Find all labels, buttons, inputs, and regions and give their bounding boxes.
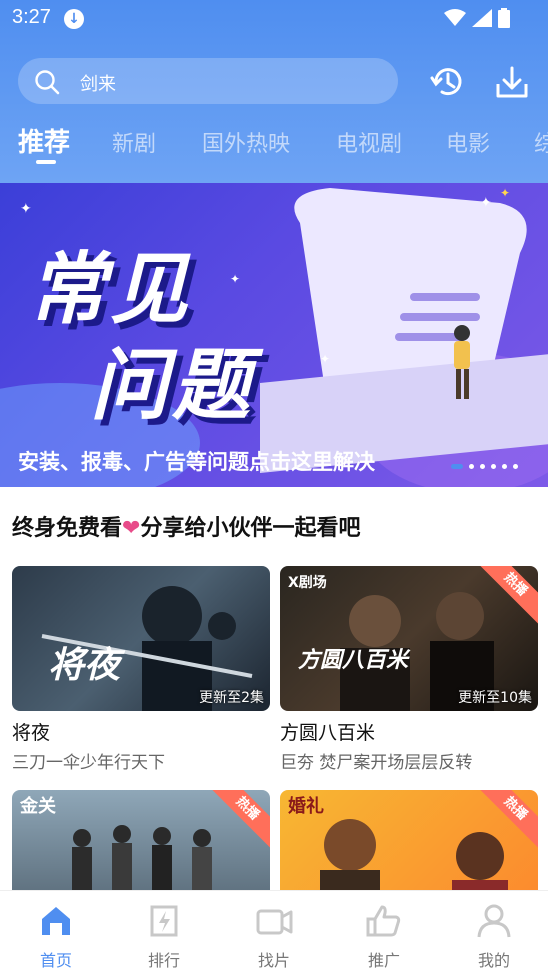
poster-title-art: 婚礼 — [288, 796, 324, 817]
channel-logo: X剧场 — [288, 575, 327, 591]
tab-recommend[interactable]: 推荐 — [18, 122, 70, 159]
section-title: 终身免费看❤分享给小伙伴一起看吧 — [12, 510, 360, 542]
video-subtitle: 巨夯 焚尸案开场层层反转 — [280, 753, 473, 773]
video-thumbnail[interactable]: 婚礼 热播 — [280, 790, 538, 900]
header: 3:27 ↓ 剑来 推荐 新剧 国外热映 电视剧 电影 综 — [0, 0, 548, 183]
home-icon — [42, 907, 70, 935]
thumb-up-icon — [366, 905, 401, 937]
signal-icon — [472, 9, 492, 27]
banner-title-line2: 问题 — [90, 341, 255, 431]
search-bar[interactable]: 剑来 — [18, 58, 398, 104]
svg-text:✦: ✦ — [230, 272, 240, 286]
download-icon[interactable] — [492, 62, 532, 102]
video-thumbnail[interactable]: 将夜 更新至2集 — [12, 566, 270, 711]
section-title-part2: 分享给小伙伴一起看吧 — [140, 516, 361, 541]
video-card[interactable]: 将夜 更新至2集 将夜 三刀一伞少年行天下 — [12, 566, 270, 773]
battery-icon — [498, 8, 510, 28]
status-time: 3:27 — [12, 6, 51, 28]
status-bar: 3:27 ↓ — [0, 0, 548, 40]
search-input[interactable]: 剑来 — [80, 70, 116, 96]
pagination-dot — [502, 464, 507, 469]
video-card[interactable]: 金关 热播 — [12, 790, 270, 900]
episode-update-label: 更新至10集 — [458, 690, 532, 706]
status-icons — [444, 8, 510, 28]
download-notification-icon: ↓ — [64, 9, 84, 29]
video-thumbnail[interactable]: 金关 热播 — [12, 790, 270, 900]
wifi-icon — [444, 9, 466, 26]
poster-title-art: 方圆八百米 — [298, 648, 409, 673]
tab-movie[interactable]: 电影 — [446, 126, 490, 158]
nav-find-label: 找片 — [257, 951, 290, 970]
svg-text:✦: ✦ — [20, 201, 32, 217]
history-icon[interactable] — [428, 62, 468, 102]
video-title: 将夜 — [12, 722, 51, 744]
category-tabs: 推荐 新剧 国外热映 电视剧 电影 综 — [0, 122, 548, 166]
nav-home-label: 首页 — [39, 951, 72, 970]
nav-promote[interactable]: 推广 — [330, 891, 438, 974]
user-icon — [477, 904, 511, 938]
heart-icon: ❤ — [122, 516, 141, 541]
nav-find[interactable]: 找片 — [220, 891, 328, 974]
video-icon — [256, 909, 293, 935]
tab-indicator — [36, 160, 56, 164]
video-title: 方圆八百米 — [280, 722, 376, 744]
poster-title-art: 金关 — [20, 796, 56, 817]
video-card[interactable]: X剧场 方圆八百米 热播 更新至10集 方圆八百米 巨夯 焚尸案开场层层反转 — [280, 566, 538, 773]
section-title-part1: 终身免费看 — [12, 516, 123, 541]
nav-home[interactable]: 首页 — [2, 891, 110, 974]
faq-banner[interactable]: ✦ ✦ ✦ ✦ ✦ 常见 问题 安装、报毒、广告等问题点击这里解决 — [0, 183, 548, 487]
pagination-dot — [491, 464, 496, 469]
pagination-dot-active — [451, 464, 463, 469]
tab-tv-series[interactable]: 电视剧 — [336, 126, 402, 158]
poster-title-art: 将夜 — [48, 645, 121, 686]
rank-icon — [150, 905, 178, 937]
pagination-dot — [480, 464, 485, 469]
nav-promote-label: 推广 — [367, 951, 400, 970]
svg-text:✦: ✦ — [500, 186, 510, 200]
banner-caption: 安装、报毒、广告等问题点击这里解决 — [18, 450, 375, 474]
tab-variety[interactable]: 综 — [534, 126, 548, 158]
bottom-navigation: 首页 排行 找片 推广 我的 — [0, 890, 548, 974]
svg-text:✦: ✦ — [320, 352, 330, 366]
tab-new-drama[interactable]: 新剧 — [112, 126, 156, 158]
search-icon — [35, 70, 60, 95]
pagination-dot — [469, 464, 474, 469]
video-subtitle: 三刀一伞少年行天下 — [12, 753, 165, 773]
nav-mine-label: 我的 — [477, 951, 510, 970]
video-thumbnail[interactable]: X剧场 方圆八百米 热播 更新至10集 — [280, 566, 538, 711]
nav-rank[interactable]: 排行 — [110, 891, 218, 974]
pagination-dot — [513, 464, 518, 469]
episode-update-label: 更新至2集 — [199, 690, 264, 706]
tab-foreign[interactable]: 国外热映 — [202, 126, 290, 158]
svg-text:✦: ✦ — [480, 195, 492, 211]
video-card[interactable]: 婚礼 热播 — [280, 790, 538, 900]
nav-mine[interactable]: 我的 — [440, 891, 548, 974]
banner-pagination — [451, 464, 518, 469]
nav-rank-label: 排行 — [147, 951, 180, 970]
